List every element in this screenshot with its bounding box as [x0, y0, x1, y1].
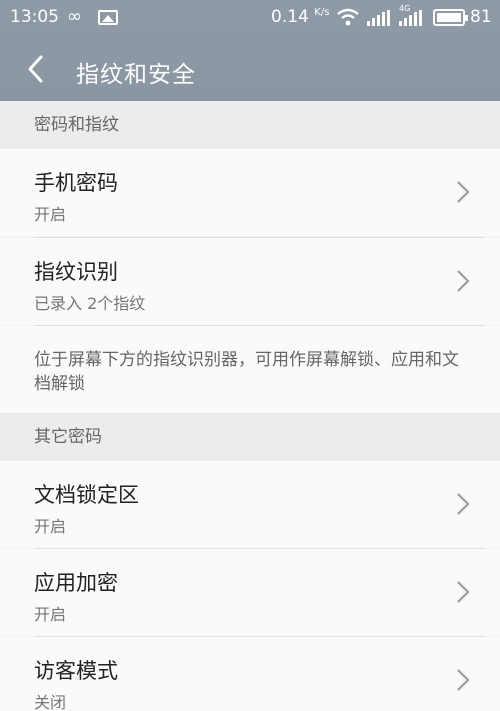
infinity-icon: ∞: [67, 6, 82, 27]
network-speed: 0.14 K/s: [271, 7, 329, 27]
list-item-subtitle: 开启: [34, 205, 67, 224]
status-bar: 13:05 ∞ 0.14 K/s 4G 81: [0, 0, 500, 36]
page-title: 指纹和安全: [76, 62, 196, 88]
chevron-right-icon: [457, 181, 470, 203]
network-speed-unit: K/s: [314, 7, 330, 18]
list-item-fingerprint-recognition[interactable]: 指纹识别 已录入 2个指纹: [0, 238, 500, 325]
list-item-title: 文档锁定区: [34, 483, 139, 507]
chevron-right-icon: [457, 493, 470, 515]
chevron-left-icon: [28, 55, 43, 83]
app-header: 13:05 ∞ 0.14 K/s 4G 81 指纹和安全: [0, 0, 500, 101]
list-item-guest-mode[interactable]: 访客模式 关闭: [0, 637, 500, 711]
chevron-right-icon: [457, 270, 470, 292]
list-item-app-encryption[interactable]: 应用加密 开启: [0, 549, 500, 636]
list-item-title: 手机密码: [34, 171, 118, 195]
section-header-password-fingerprint: 密码和指纹: [0, 101, 500, 149]
list-item-subtitle: 开启: [34, 517, 67, 536]
status-time: 13:05: [10, 7, 59, 27]
network-speed-value: 0.14: [271, 7, 309, 27]
list-item-subtitle: 已录入 2个指纹: [34, 294, 146, 313]
chevron-right-icon: [457, 669, 470, 691]
fingerprint-note: 位于屏幕下方的指纹识别器，可用作屏幕解锁、应用和文档解锁: [0, 326, 500, 414]
back-button[interactable]: [22, 52, 52, 86]
list-item-document-lock-zone[interactable]: 文档锁定区 开启: [0, 461, 500, 548]
battery-level: 81: [470, 7, 492, 27]
battery-icon: [433, 9, 468, 26]
section-header-other-passwords: 其它密码: [0, 413, 500, 461]
list-item-title: 访客模式: [34, 659, 118, 683]
list-item-phone-password[interactable]: 手机密码 开启: [0, 149, 500, 236]
image-icon: [98, 10, 118, 25]
list-item-subtitle: 开启: [34, 605, 67, 624]
list-item-title: 应用加密: [34, 571, 118, 595]
signal-icon: [399, 10, 422, 26]
list-item-title: 指纹识别: [34, 260, 118, 284]
wifi-icon: [337, 8, 359, 26]
signal-icon: [367, 10, 390, 26]
list-item-subtitle: 关闭: [34, 693, 67, 711]
chevron-right-icon: [457, 581, 470, 603]
